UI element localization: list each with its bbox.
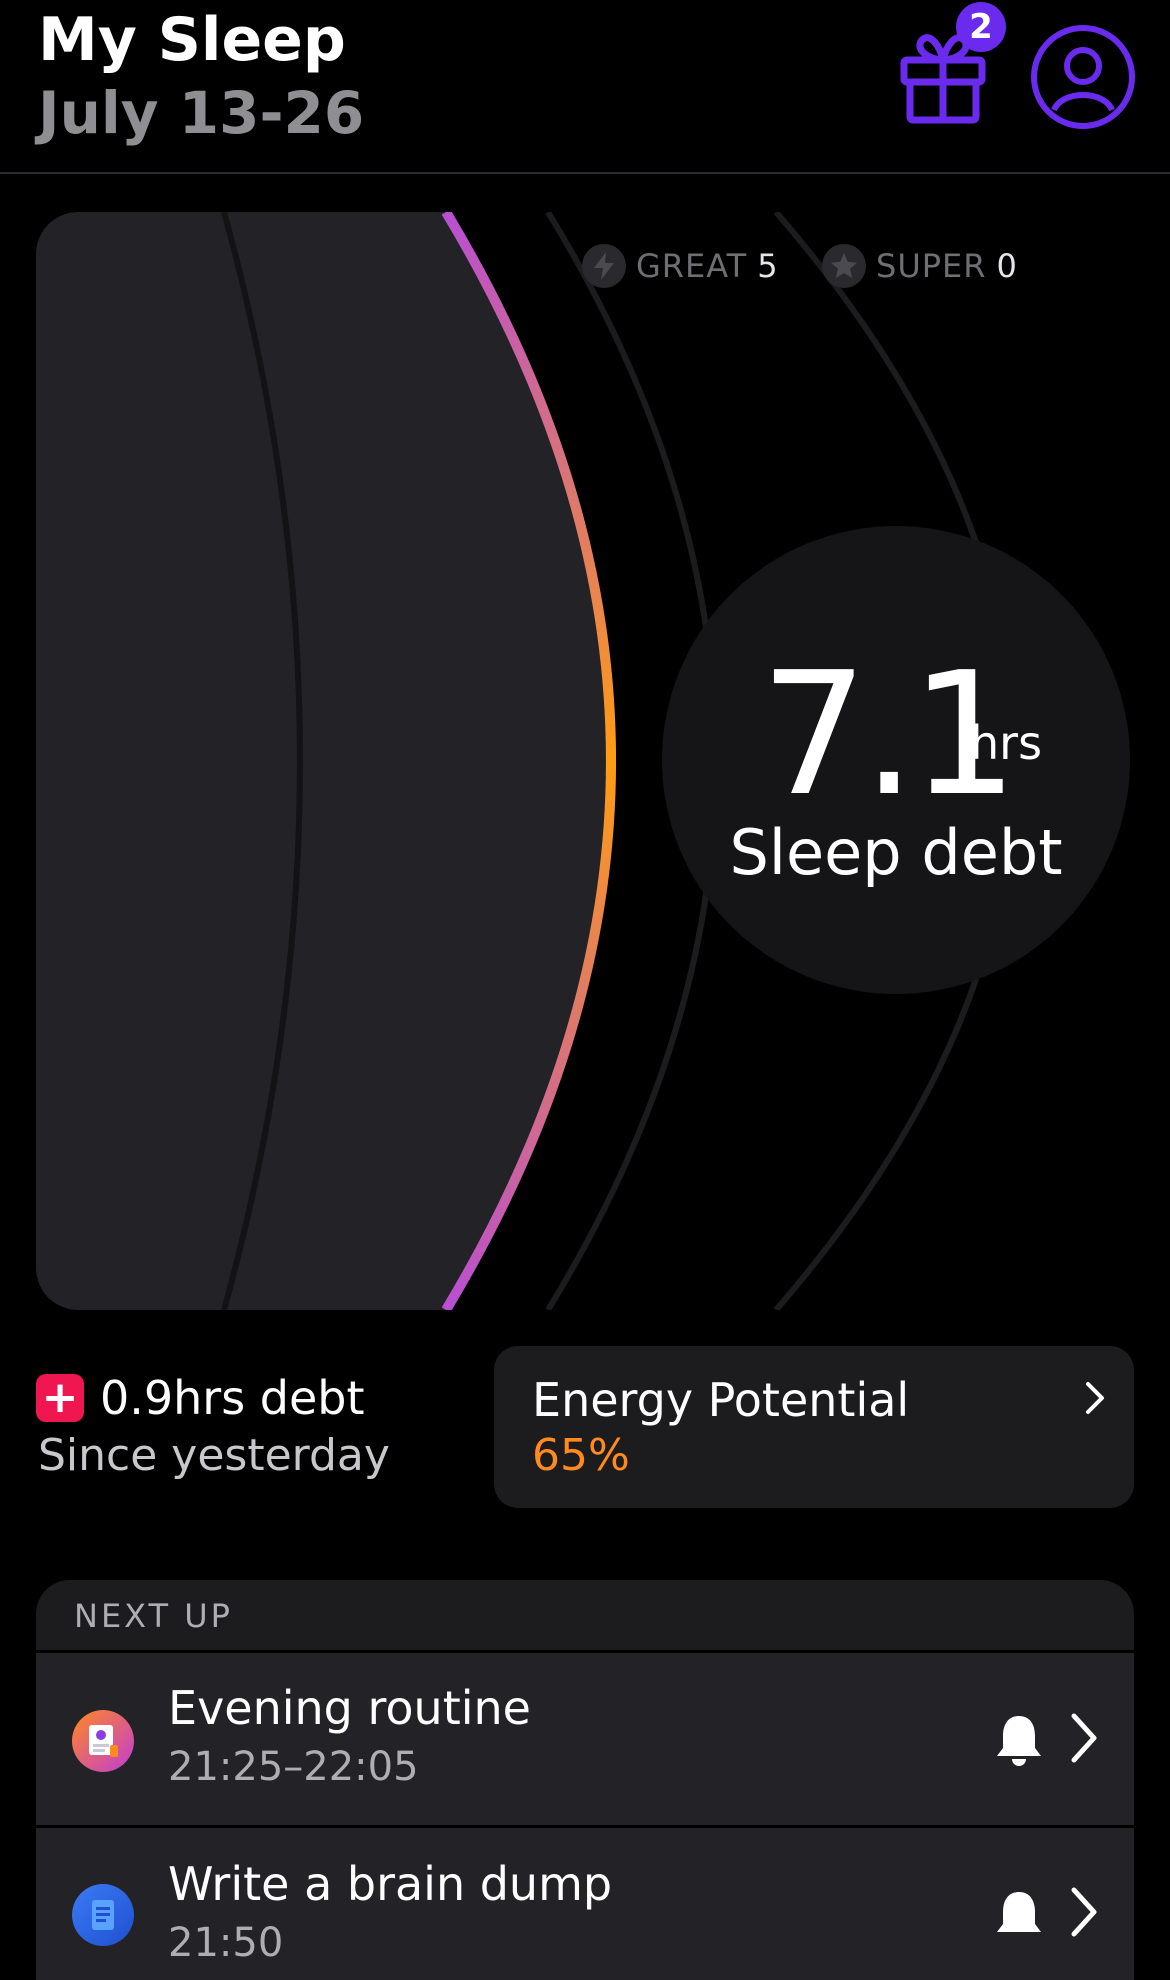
list-item-time: 21:50 [168, 1920, 284, 1966]
sleep-debt-label: Sleep debt [729, 816, 1063, 889]
list-item-title: Write a brain dump [168, 1857, 613, 1911]
star-icon [822, 244, 866, 288]
chevron-right-icon[interactable] [1068, 1884, 1100, 1940]
sleep-debt-unit: hrs [970, 716, 1043, 770]
daily-debt-subtitle: Since yesterday [38, 1430, 390, 1481]
stat-value: 0 [996, 247, 1017, 285]
chevron-right-icon[interactable] [1068, 1710, 1100, 1766]
list-item-evening-routine[interactable] [36, 1653, 1134, 1825]
routine-icon [72, 1710, 134, 1772]
chevron-right-icon [1086, 1382, 1104, 1414]
bell-icon[interactable] [994, 1888, 1044, 1942]
energy-potential-value: 65% [532, 1430, 630, 1481]
profile-icon [1031, 25, 1135, 129]
list-item-time: 21:25–22:05 [168, 1744, 419, 1790]
page-title: My Sleep [38, 5, 346, 75]
stat-label: GREAT [636, 247, 748, 285]
header-divider [0, 172, 1170, 174]
debt-increase-badge: + [36, 1374, 84, 1422]
daily-debt-change: 0.9hrs debt [100, 1371, 365, 1425]
next-up-heading: NEXT UP [74, 1597, 233, 1635]
stat-great: GREAT 5 [582, 244, 778, 288]
profile-button[interactable] [1030, 24, 1136, 130]
notes-icon [72, 1884, 134, 1946]
stat-super: SUPER 0 [822, 244, 1017, 288]
stat-label: SUPER [876, 247, 987, 285]
list-item-title: Evening routine [168, 1681, 531, 1735]
stat-value: 5 [757, 247, 778, 285]
lightning-icon [582, 244, 626, 288]
energy-potential-title: Energy Potential [532, 1373, 910, 1427]
bell-icon[interactable] [994, 1712, 1044, 1766]
gift-badge: 2 [956, 2, 1006, 52]
date-range[interactable]: July 13-26 [38, 78, 364, 148]
